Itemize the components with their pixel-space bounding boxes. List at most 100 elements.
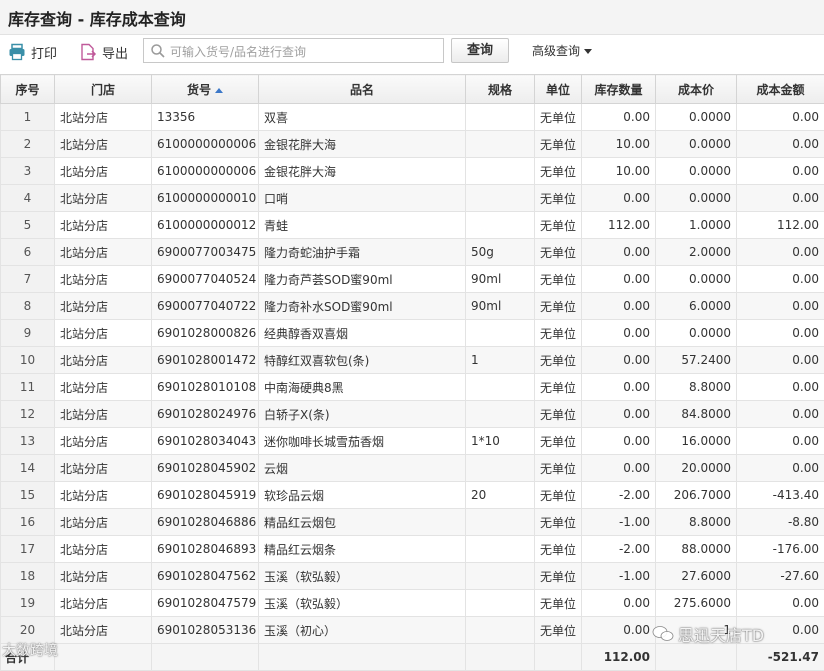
row-unit: 无单位	[535, 293, 582, 320]
export-button[interactable]: 导出	[79, 41, 128, 63]
row-store: 北站分店	[55, 617, 152, 644]
advanced-query-button[interactable]: 高级查询	[532, 42, 592, 59]
row-sku: 6900077003475	[152, 239, 259, 266]
table-row[interactable]: 6北站分店6900077003475隆力奇蛇油护手霜50g无单位0.002.00…	[1, 239, 824, 266]
row-cost-price: 16.0000	[656, 428, 737, 455]
row-product-name: 云烟	[259, 455, 466, 482]
row-store: 北站分店	[55, 104, 152, 131]
row-store: 北站分店	[55, 212, 152, 239]
search-icon	[150, 43, 166, 59]
search-input[interactable]	[168, 40, 442, 63]
row-stock-qty: 0.00	[582, 185, 656, 212]
row-spec: 1*10	[466, 428, 535, 455]
row-index: 13	[1, 428, 55, 455]
advanced-query-label: 高级查询	[532, 44, 580, 58]
row-unit: 无单位	[535, 509, 582, 536]
row-sku: 6901028000826	[152, 320, 259, 347]
column-header-spec[interactable]: 规格	[466, 75, 535, 104]
row-store: 北站分店	[55, 536, 152, 563]
column-header-index[interactable]: 序号	[1, 75, 55, 104]
row-store: 北站分店	[55, 185, 152, 212]
table-row[interactable]: 12北站分店6901028024976白轿子X(条)无单位0.0084.8000…	[1, 401, 824, 428]
row-spec	[466, 374, 535, 401]
row-index: 14	[1, 455, 55, 482]
table-row[interactable]: 1北站分店13356双喜无单位0.000.00000.00	[1, 104, 824, 131]
row-spec	[466, 401, 535, 428]
column-header-store[interactable]: 门店	[55, 75, 152, 104]
row-store: 北站分店	[55, 455, 152, 482]
row-sku: 6901028045902	[152, 455, 259, 482]
row-index: 1	[1, 104, 55, 131]
print-icon	[8, 43, 26, 61]
table-row[interactable]: 11北站分店6901028010108中南海硬典8黑无单位0.008.80000…	[1, 374, 824, 401]
column-header-cost-amount[interactable]: 成本金额	[737, 75, 824, 104]
row-product-name: 经典醇香双喜烟	[259, 320, 466, 347]
table-row[interactable]: 8北站分店6900077040722隆力奇补水SOD蜜90ml90ml无单位0.…	[1, 293, 824, 320]
row-stock-qty: 0.00	[582, 455, 656, 482]
row-stock-qty: 0.00	[582, 374, 656, 401]
table-row[interactable]: 15北站分店6901028045919软珍品云烟20无单位-2.00206.70…	[1, 482, 824, 509]
column-header-sku[interactable]: 货号	[152, 75, 259, 104]
row-cost-amount: -176.00	[737, 536, 824, 563]
print-button[interactable]: 打印	[8, 41, 57, 63]
row-product-name: 精品红云烟条	[259, 536, 466, 563]
export-icon	[79, 43, 97, 61]
row-store: 北站分店	[55, 347, 152, 374]
row-cost-amount: 0.00	[737, 401, 824, 428]
row-unit: 无单位	[535, 374, 582, 401]
table-row[interactable]: 14北站分店6901028045902云烟无单位0.0020.00000.00	[1, 455, 824, 482]
row-unit: 无单位	[535, 131, 582, 158]
query-button[interactable]: 查询	[451, 38, 509, 63]
row-sku: 6901028046893	[152, 536, 259, 563]
column-header-cost-price[interactable]: 成本价	[656, 75, 737, 104]
table-row[interactable]: 13北站分店6901028034043迷你咖啡长城雪茄香烟1*10无单位0.00…	[1, 428, 824, 455]
row-sku: 6100000000012	[152, 212, 259, 239]
row-store: 北站分店	[55, 401, 152, 428]
table-row[interactable]: 17北站分店6901028046893精品红云烟条无单位-2.0088.0000…	[1, 536, 824, 563]
row-stock-qty: 0.00	[582, 401, 656, 428]
row-cost-amount: -27.60	[737, 563, 824, 590]
row-cost-price: 0.0000	[656, 104, 737, 131]
row-unit: 无单位	[535, 428, 582, 455]
table-row[interactable]: 3北站分店6100000000006金银花胖大海无单位10.000.00000.…	[1, 158, 824, 185]
page-title: 库存查询 - 库存成本查询	[8, 6, 186, 30]
table-row[interactable]: 5北站分店6100000000012青蛙无单位112.001.0000112.0…	[1, 212, 824, 239]
row-cost-price: 206.7000	[656, 482, 737, 509]
table-row[interactable]: 4北站分店6100000000010口哨无单位0.000.00000.00	[1, 185, 824, 212]
table-row[interactable]: 16北站分店6901028046886精品红云烟包无单位-1.008.8000-…	[1, 509, 824, 536]
column-header-product-name[interactable]: 品名	[259, 75, 466, 104]
row-spec	[466, 563, 535, 590]
row-sku: 6100000000006	[152, 158, 259, 185]
row-index: 5	[1, 212, 55, 239]
column-header-unit[interactable]: 单位	[535, 75, 582, 104]
row-store: 北站分店	[55, 563, 152, 590]
row-store: 北站分店	[55, 131, 152, 158]
row-spec	[466, 536, 535, 563]
table-row[interactable]: 19北站分店6901028047579玉溪（软弘毅）无单位0.00275.600…	[1, 590, 824, 617]
row-stock-qty: 0.00	[582, 590, 656, 617]
row-stock-qty: 0.00	[582, 266, 656, 293]
row-cost-price: 84.8000	[656, 401, 737, 428]
table-row[interactable]: 10北站分店6901028001472特醇红双喜软包(条)1无单位0.0057.…	[1, 347, 824, 374]
row-store: 北站分店	[55, 482, 152, 509]
row-unit: 无单位	[535, 158, 582, 185]
row-cost-amount: 112.00	[737, 212, 824, 239]
row-stock-qty: -1.00	[582, 509, 656, 536]
row-sku: 6901028024976	[152, 401, 259, 428]
row-cost-price: 1.0000	[656, 212, 737, 239]
row-cost-price: 0.0000	[656, 131, 737, 158]
row-product-name: 金银花胖大海	[259, 131, 466, 158]
column-header-stock-qty[interactable]: 库存数量	[582, 75, 656, 104]
row-product-name: 迷你咖啡长城雪茄香烟	[259, 428, 466, 455]
table-row[interactable]: 18北站分店6901028047562玉溪（软弘毅）无单位-1.0027.600…	[1, 563, 824, 590]
row-stock-qty: 0.00	[582, 320, 656, 347]
watermark-right: 思迅天店TD	[652, 622, 764, 646]
table-row[interactable]: 7北站分店6900077040524隆力奇芦荟SOD蜜90ml90ml无单位0.…	[1, 266, 824, 293]
row-sku: 6901028046886	[152, 509, 259, 536]
row-cost-price: 20.0000	[656, 455, 737, 482]
row-sku: 6900077040524	[152, 266, 259, 293]
table-row[interactable]: 9北站分店6901028000826经典醇香双喜烟无单位0.000.00000.…	[1, 320, 824, 347]
row-cost-amount: 0.00	[737, 239, 824, 266]
row-store: 北站分店	[55, 590, 152, 617]
table-row[interactable]: 2北站分店6100000000006金银花胖大海无单位10.000.00000.…	[1, 131, 824, 158]
